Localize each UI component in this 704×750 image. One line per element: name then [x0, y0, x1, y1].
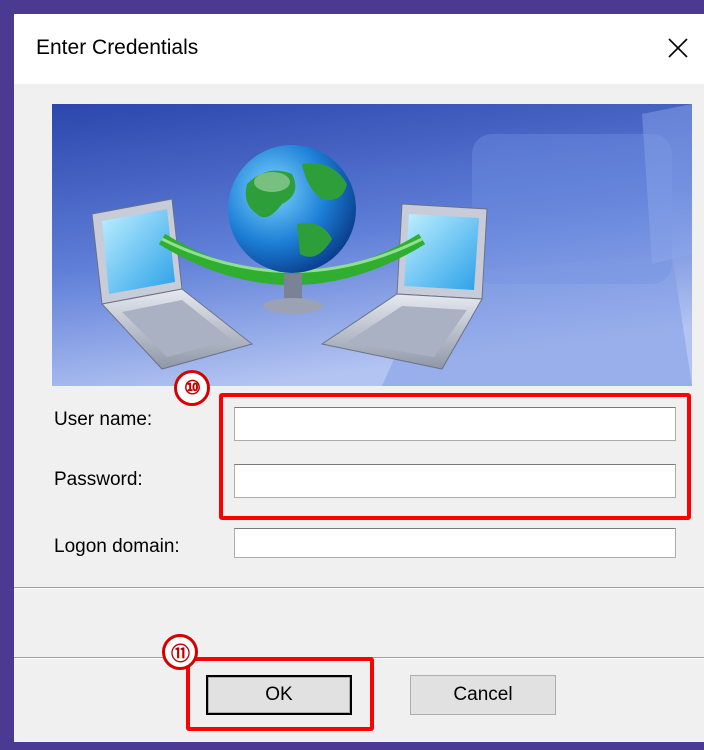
step-11-badge: ⑪ — [162, 634, 198, 670]
title-bar[interactable]: Enter Credentials — [14, 14, 704, 84]
credentials-highlight-box — [219, 393, 691, 520]
cancel-button[interactable]: Cancel — [410, 675, 556, 715]
username-label: User name: — [54, 409, 153, 430]
password-label: Password: — [54, 469, 143, 490]
close-button[interactable] — [658, 28, 698, 68]
window-frame-top — [0, 0, 704, 14]
logon-domain-label: Logon domain: — [54, 536, 180, 557]
dialog-title: Enter Credentials — [36, 36, 199, 59]
divider-top-highlight — [14, 588, 704, 589]
network-banner-image — [52, 104, 692, 386]
window-frame-bottom — [0, 742, 704, 750]
step-10-badge: ⑩ — [174, 370, 210, 406]
close-icon — [668, 38, 688, 58]
window-frame-left — [0, 0, 14, 750]
network-globe-laptops-illustration — [52, 104, 692, 386]
ok-highlight-box — [186, 657, 374, 731]
cancel-button-label: Cancel — [453, 684, 513, 705]
credentials-dialog: Enter Credentials User name: Password: L… — [14, 14, 704, 742]
logon-domain-input[interactable] — [234, 528, 676, 558]
